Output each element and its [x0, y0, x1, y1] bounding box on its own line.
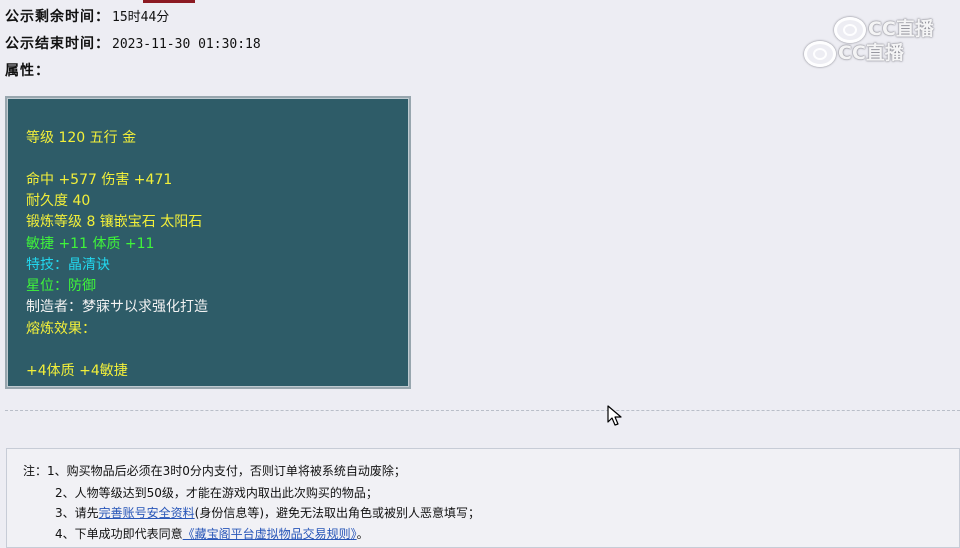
mouse-pointer-icon: [607, 405, 625, 431]
attributes-heading: 属性：: [5, 63, 50, 79]
attr-hit-damage: 命中 +577 伤害 +471: [26, 172, 173, 188]
note-item-1-text: 1、购买物品后必须在3时0分内支付，否则订单将被系统自动废除；: [47, 464, 406, 478]
account-security-link[interactable]: 完善账号安全资料: [99, 506, 195, 520]
cc-live-logo-icon: [804, 40, 836, 67]
attr-durability: 耐久度 40: [26, 193, 91, 209]
note-item-3: 3、请先完善账号安全资料(身份信息等)，避免无法取出角色或被别人恶意填写；: [55, 505, 480, 521]
attr-forge-gem: 锻炼等级 8 镶嵌宝石 太阳石: [26, 214, 203, 230]
note-item-3-after: (身份信息等)，避免无法取出角色或被别人恶意填写；: [194, 506, 481, 520]
note-item-1: 注：1、购买物品后必须在3时0分内支付，否则订单将被系统自动废除；: [23, 463, 406, 479]
attr-melting-value: +4体质 +4敏捷: [26, 363, 128, 379]
watermark-line-2: CC直播: [804, 38, 904, 67]
top-accent-bar: [143, 0, 195, 3]
note-prefix: 注：: [23, 464, 48, 478]
attr-maker: 制造者：梦寐サ以求强化打造: [26, 299, 208, 315]
note-item-4-after: 。: [356, 527, 369, 541]
remaining-time-row: 公示剩余时间： 15时44分: [5, 8, 169, 27]
attr-melting-label: 熔炼效果：: [26, 321, 96, 337]
watermark-text-1: CC直播: [868, 18, 934, 40]
item-attributes-inner: 等级 120 五行 金 命中 +577 伤害 +471 耐久度 40 锻炼等级 …: [7, 98, 409, 387]
remaining-time-label: 公示剩余时间：: [5, 9, 110, 25]
end-time-label: 公示结束时间：: [5, 36, 110, 52]
section-divider: [5, 410, 960, 411]
remaining-time-value: 15时44分: [112, 10, 170, 25]
trade-rules-link[interactable]: 《藏宝阁平台虚拟物品交易规则》: [183, 527, 357, 541]
attr-level-line: 等级 120 五行 金: [26, 130, 137, 146]
purchase-notes-box: 注：1、购买物品后必须在3时0分内支付，否则订单将被系统自动废除； 2、人物等级…: [6, 448, 960, 548]
cc-live-watermark: CC直播 CC直播: [800, 8, 960, 72]
item-attributes-panel: 等级 120 五行 金 命中 +577 伤害 +471 耐久度 40 锻炼等级 …: [5, 96, 411, 389]
note-item-3-before: 3、请先: [55, 506, 99, 520]
watermark-text-2: CC直播: [838, 42, 904, 64]
attr-agility-constitution: 敏捷 +11 体质 +11: [26, 236, 155, 252]
end-time-row: 公示结束时间： 2023-11-30 01:30:18: [5, 35, 261, 54]
attributes-heading-row: 属性：: [5, 62, 50, 80]
attr-special-skill: 特技：晶清诀: [26, 257, 110, 273]
attr-star-position: 星位：防御: [26, 278, 96, 294]
end-time-value: 2023-11-30 01:30:18: [112, 37, 261, 52]
note-item-4-before: 4、下单成功即代表同意: [55, 527, 183, 541]
note-item-2: 2、人物等级达到50级，才能在游戏内取出此次购买的物品；: [55, 486, 378, 500]
